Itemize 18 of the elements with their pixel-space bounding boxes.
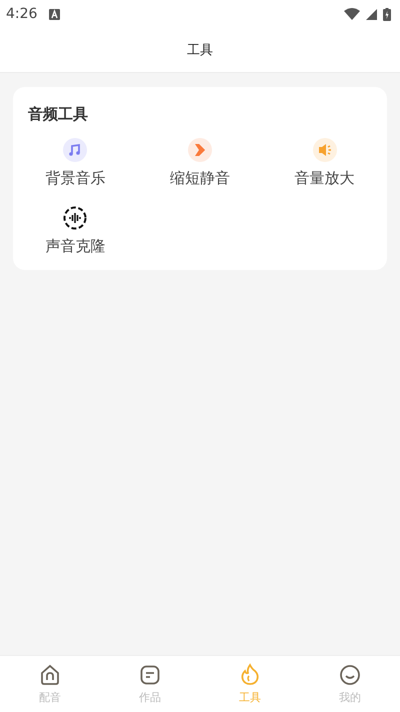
sound-wave-icon[interactable] [63,206,88,230]
tool-label[interactable]: 声音克隆 [45,237,106,256]
note-icon [138,663,162,687]
signal-icon [366,8,377,20]
wifi-icon [344,8,360,20]
section-title: 音频工具 [27,105,89,124]
smile-icon [338,663,362,687]
speaker-icon[interactable] [312,138,337,162]
music-note-icon[interactable] [63,138,88,162]
notification-icon [49,8,60,20]
fast-forward-icon[interactable] [188,138,212,162]
home-icon [38,663,62,687]
status-time: 4:26 [6,6,38,22]
tool-label[interactable]: 背景音乐 [45,169,106,188]
tool-label[interactable]: 缩短静音 [170,169,230,188]
page-title: 工具 [187,42,213,59]
battery-icon [383,8,391,20]
tool-label[interactable]: 音量放大 [294,169,355,188]
